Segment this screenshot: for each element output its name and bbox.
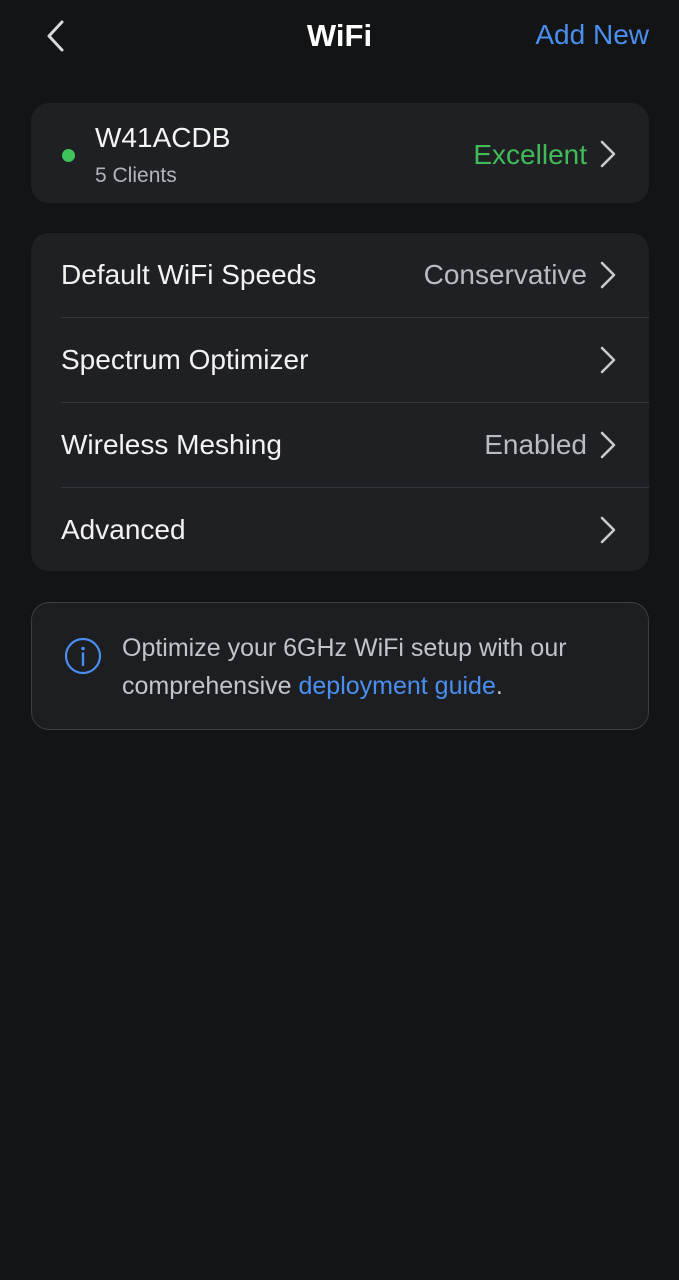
setting-value: Conservative — [423, 259, 587, 290]
chevron-right-icon — [597, 258, 619, 292]
info-text-after: . — [495, 672, 503, 700]
online-status-dot — [62, 149, 75, 162]
setting-spectrum-optimizer[interactable]: Spectrum Optimizer — [31, 318, 649, 402]
header-bar: WiFi Add New — [0, 0, 679, 72]
chevron-right-icon — [597, 137, 619, 171]
setting-wireless-meshing[interactable]: Wireless Meshing Enabled — [31, 403, 649, 487]
network-clients-count: 5 Clients — [95, 164, 177, 187]
setting-label: Default WiFi Speeds — [61, 259, 317, 290]
setting-label: Advanced — [61, 514, 186, 545]
network-quality: Excellent — [473, 139, 587, 170]
network-card[interactable]: W41ACDB 5 Clients Excellent — [31, 103, 649, 203]
settings-list: Default WiFi Speeds Conservative Spectru… — [31, 233, 649, 571]
setting-label: Spectrum Optimizer — [61, 344, 309, 375]
info-banner: Optimize your 6GHz WiFi setup with our c… — [31, 602, 649, 730]
setting-value: Enabled — [484, 429, 587, 460]
setting-label: Wireless Meshing — [61, 429, 282, 460]
setting-default-wifi-speeds[interactable]: Default WiFi Speeds Conservative — [31, 233, 649, 317]
info-circle-icon — [64, 637, 102, 675]
add-new-button[interactable]: Add New — [535, 17, 649, 53]
deployment-guide-link[interactable]: deployment guide — [298, 672, 495, 700]
chevron-right-icon — [597, 513, 619, 547]
chevron-right-icon — [597, 343, 619, 377]
network-ssid: W41ACDB — [95, 122, 231, 153]
chevron-right-icon — [597, 428, 619, 462]
setting-advanced[interactable]: Advanced — [31, 488, 649, 572]
info-message: Optimize your 6GHz WiFi setup with our c… — [122, 629, 622, 705]
